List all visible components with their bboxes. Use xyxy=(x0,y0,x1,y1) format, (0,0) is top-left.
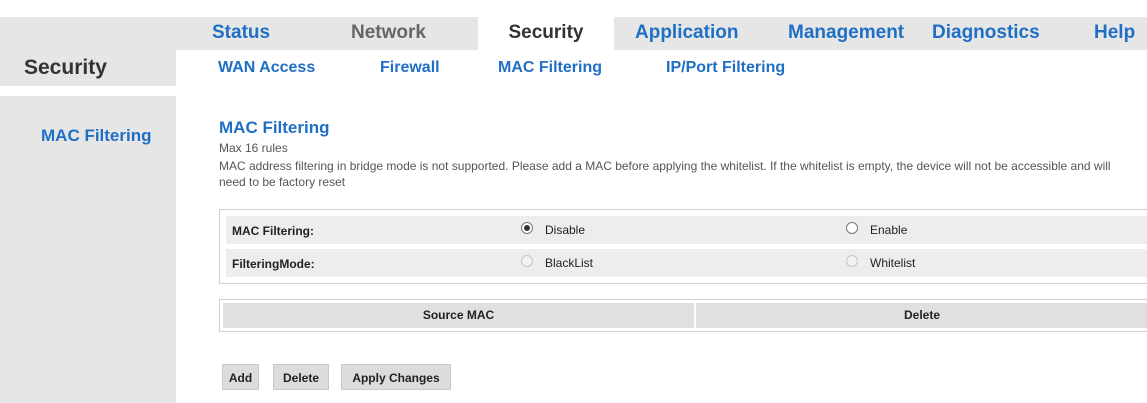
header-source-mac: Source MAC xyxy=(223,303,694,328)
tab-status[interactable]: Status xyxy=(212,17,270,50)
whitelist-radio[interactable] xyxy=(846,255,858,267)
description-text: MAC address filtering in bridge mode is … xyxy=(219,159,1111,189)
sidebar-item-mac-filtering[interactable]: MAC Filtering xyxy=(41,126,152,146)
page-title: Security xyxy=(24,56,107,79)
add-button[interactable]: Add xyxy=(222,364,259,390)
mac-filtering-row: MAC Filtering: Disable Enable xyxy=(226,216,1147,244)
header-delete: Delete xyxy=(696,303,1147,328)
disable-label: Disable xyxy=(545,223,586,237)
blacklist-label: BlackList xyxy=(545,256,594,270)
tab-application[interactable]: Application xyxy=(635,17,738,50)
filtering-mode-row: FilteringMode: BlackList Whitelist xyxy=(226,249,1147,277)
main-tabs: Status Network Security Application Mana… xyxy=(176,17,1147,50)
disable-radio[interactable] xyxy=(521,222,533,234)
mac-table: Source MAC Delete xyxy=(219,299,1147,332)
subtab-firewall[interactable]: Firewall xyxy=(380,59,440,77)
blacklist-radio[interactable] xyxy=(521,255,533,267)
tab-network[interactable]: Network xyxy=(351,17,426,50)
apply-changes-button[interactable]: Apply Changes xyxy=(341,364,451,390)
section-title: MAC Filtering xyxy=(219,118,330,137)
brand-panel: Security xyxy=(0,17,176,86)
header: Security Status Network Security Applica… xyxy=(0,0,1147,86)
filtering-mode-label: FilteringMode: xyxy=(232,257,315,271)
main-content: MAC Filtering Max 16 rules MAC address f… xyxy=(176,96,1147,403)
tab-security[interactable]: Security xyxy=(478,17,614,50)
rules-limit-text: Max 16 rules xyxy=(219,141,288,155)
delete-button[interactable]: Delete xyxy=(273,364,329,390)
enable-radio[interactable] xyxy=(846,222,858,234)
subtab-ip-port-filtering[interactable]: IP/Port Filtering xyxy=(666,59,785,77)
subtab-mac-filtering[interactable]: MAC Filtering xyxy=(498,59,602,77)
mac-filtering-label: MAC Filtering: xyxy=(232,224,314,238)
whitelist-label: Whitelist xyxy=(870,256,916,270)
enable-label: Enable xyxy=(870,223,908,237)
tab-diagnostics[interactable]: Diagnostics xyxy=(932,17,1040,50)
tab-help[interactable]: Help xyxy=(1094,17,1135,50)
sidebar: MAC Filtering xyxy=(0,96,176,403)
subtab-wan-access[interactable]: WAN Access xyxy=(218,59,315,77)
options-table: MAC Filtering: Disable Enable FilteringM… xyxy=(219,209,1147,284)
tab-management[interactable]: Management xyxy=(788,17,904,50)
sub-tabs: WAN Access Firewall MAC Filtering IP/Por… xyxy=(176,50,1147,86)
